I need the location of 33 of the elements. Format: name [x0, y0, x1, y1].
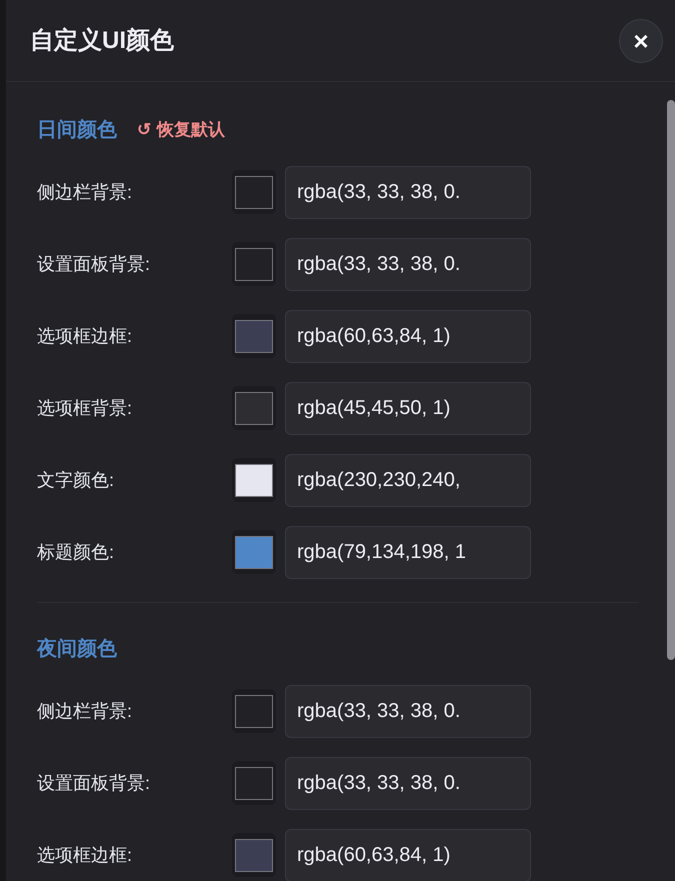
- close-button[interactable]: ×: [619, 18, 663, 62]
- color-swatch[interactable]: [232, 314, 276, 358]
- color-swatch[interactable]: [232, 530, 276, 574]
- color-value-field[interactable]: rgba(79,134,198, 1: [285, 526, 531, 578]
- section-heading: 日间颜色: [37, 118, 117, 143]
- color-value-field[interactable]: rgba(33, 33, 38, 0.: [285, 756, 531, 810]
- color-label: 设置面板背景:: [37, 252, 152, 276]
- color-value-field[interactable]: rgba(33, 33, 38, 0.: [285, 684, 531, 738]
- color-swatch[interactable]: [232, 833, 276, 877]
- color-value-field[interactable]: rgba(33, 33, 38, 0.: [285, 166, 531, 218]
- color-swatch[interactable]: [232, 458, 276, 502]
- reset-default-button[interactable]: ↺ 恢复默认: [137, 117, 225, 143]
- dialog-title: 自定义UI颜色: [30, 26, 174, 56]
- color-label: 侧边栏背景:: [37, 180, 134, 204]
- color-value-field[interactable]: rgba(230,230,240,: [285, 454, 531, 506]
- color-label: 标题颜色:: [37, 540, 116, 564]
- scrollbar[interactable]: [667, 100, 675, 660]
- color-label: 选项框背景:: [37, 396, 134, 420]
- color-label: 侧边栏背景:: [37, 700, 134, 722]
- color-swatch[interactable]: [232, 689, 276, 733]
- color-swatch[interactable]: [232, 761, 276, 805]
- color-value-field[interactable]: rgba(60,63,84, 1): [285, 828, 531, 881]
- color-swatch[interactable]: [232, 242, 276, 286]
- color-label: 选项框边框:: [37, 324, 134, 348]
- color-value-field[interactable]: rgba(33, 33, 38, 0.: [285, 238, 531, 290]
- section-heading: 夜间颜色: [37, 636, 117, 662]
- color-swatch[interactable]: [232, 386, 276, 430]
- color-label: 设置面板背景:: [37, 772, 152, 794]
- color-value-field[interactable]: rgba(60,63,84, 1): [285, 310, 531, 362]
- color-value-field[interactable]: rgba(45,45,50, 1): [285, 382, 531, 434]
- color-label: 文字颜色:: [37, 468, 116, 492]
- color-label: 选项框边框:: [37, 844, 134, 866]
- color-swatch[interactable]: [232, 170, 276, 214]
